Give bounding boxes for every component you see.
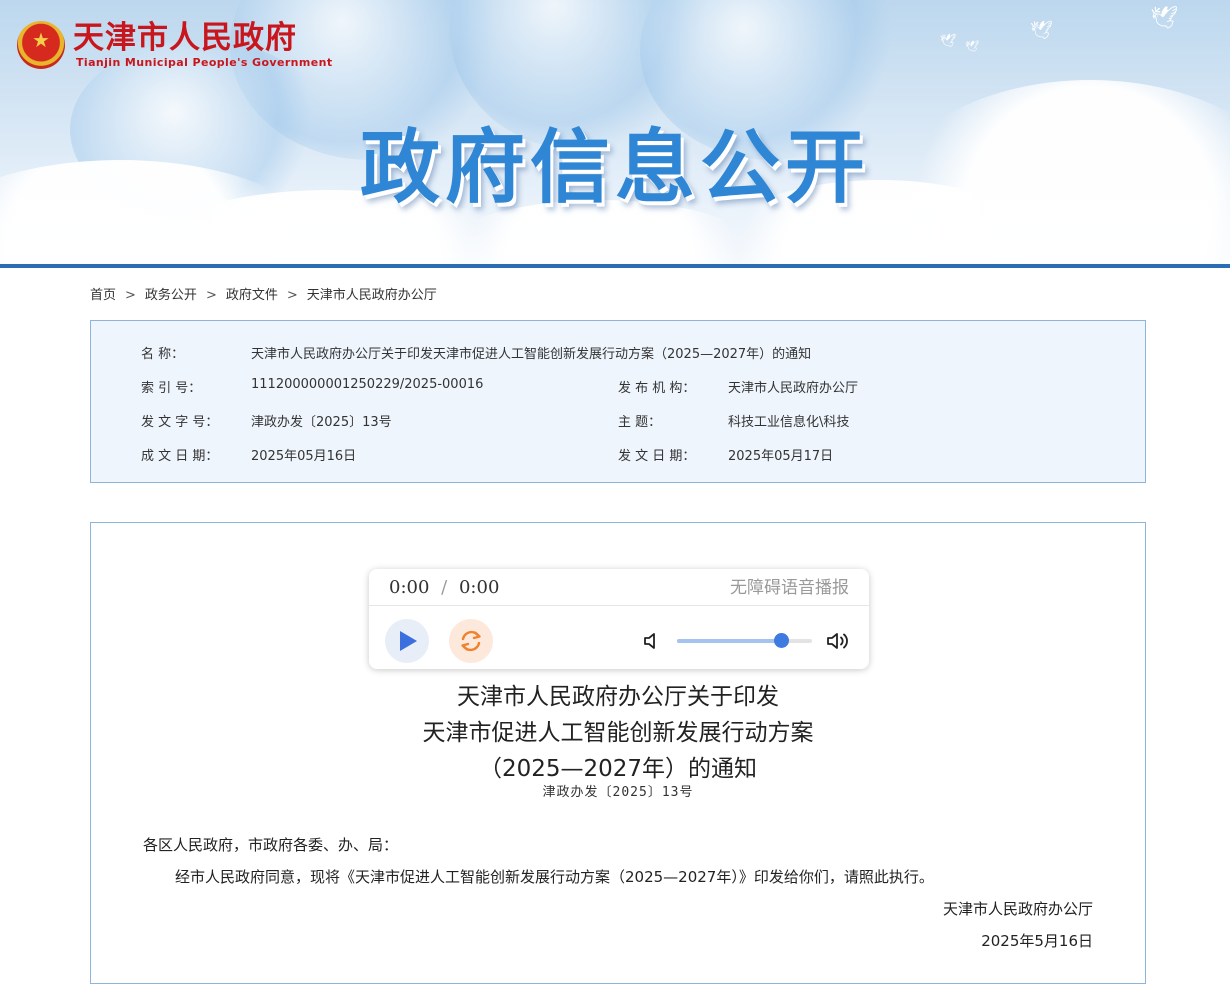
site-name-cn: 天津市人民政府: [73, 20, 297, 56]
volume-high-icon[interactable]: [825, 629, 851, 653]
created-date-value: 2025年05月16日: [251, 449, 357, 464]
signature: 天津市人民政府办公厅: [942, 900, 1093, 918]
bird-icon: 🕊: [965, 40, 979, 53]
site-name-en: Tianjin Municipal People's Government: [76, 56, 333, 69]
topic-label: 主 题：: [618, 415, 662, 430]
published-date-label: 发 文 日 期：: [618, 449, 696, 464]
bird-icon: 🕊: [1030, 20, 1053, 41]
publisher-value: 天津市人民政府办公厅: [728, 381, 859, 396]
barrier-free-broadcast-label[interactable]: 无障碍语音播报: [730, 575, 849, 601]
loop-icon: [461, 630, 481, 652]
audio-player: 0:00 / 0:00 无障碍语音播报: [369, 569, 869, 669]
signature-date: 2025年5月16日: [981, 932, 1093, 950]
doc-number-label: 发 文 字 号：: [141, 415, 219, 430]
published-date-value: 2025年05月17日: [728, 449, 834, 464]
bird-icon: 🕊: [1150, 6, 1178, 31]
document-title-line: 天津市促进人工智能创新发展行动方案: [422, 720, 814, 746]
player-divider: [369, 605, 869, 606]
header-banner: 🕊 🕊 🕊 🕊 ★ 天津市人民政府 Tianjin Municipal Peop…: [0, 0, 1230, 265]
bird-icon: 🕊: [940, 34, 957, 49]
play-button[interactable]: [385, 619, 429, 663]
loop-button[interactable]: [449, 619, 493, 663]
breadcrumb-separator: >: [205, 288, 217, 303]
created-date-label: 成 文 日 期：: [141, 449, 219, 464]
topic-value: 科技工业信息化\科技: [728, 415, 850, 430]
time-display: 0:00 / 0:00: [389, 575, 499, 601]
national-emblem-icon: ★: [17, 21, 65, 69]
banner-title: 政府信息公开: [360, 121, 870, 214]
duration: 0:00: [458, 577, 500, 598]
doc-number-value: 津政办发〔2025〕13号: [251, 415, 392, 430]
name-label: 名 称：: [141, 347, 185, 362]
name-value: 天津市人民政府办公厅关于印发天津市促进人工智能创新发展行动方案（2025—202…: [251, 347, 812, 362]
document-number: 津政办发〔2025〕13号: [542, 785, 694, 800]
breadcrumb-office[interactable]: 天津市人民政府办公厅: [307, 288, 437, 303]
breadcrumb: 首页 > 政务公开 > 政府文件 > 天津市人民政府办公厅: [90, 284, 437, 303]
document-title: 天津市人民政府办公厅关于印发 天津市促进人工智能创新发展行动方案 （2025—2…: [91, 679, 1145, 787]
breadcrumb-separator: >: [125, 288, 136, 303]
breadcrumb-home[interactable]: 首页: [90, 288, 116, 303]
publisher-label: 发 布 机 构：: [618, 381, 696, 396]
play-icon: [400, 631, 417, 651]
index-value: 111200000001250229/2025-00016: [251, 377, 484, 392]
banner-divider: [0, 264, 1230, 268]
salutation: 各区人民政府，市政府各委、办、局：: [143, 836, 399, 854]
document-info-table: 名 称： 天津市人民政府办公厅关于印发天津市促进人工智能创新发展行动方案（202…: [90, 320, 1146, 483]
body-paragraph: 经市人民政府同意，现将《天津市促进人工智能创新发展行动方案（2025—2027年…: [175, 868, 934, 886]
document-content: 0:00 / 0:00 无障碍语音播报 天津市人民政府办公厅关于印发 天津市促进…: [90, 522, 1146, 984]
breadcrumb-gov-affairs[interactable]: 政务公开: [145, 288, 197, 303]
volume-slider[interactable]: [677, 633, 812, 648]
volume-low-icon[interactable]: [641, 631, 661, 651]
volume-slider-fill: [677, 639, 781, 643]
current-time: 0:00: [389, 577, 430, 598]
index-label: 索 引 号：: [141, 381, 202, 396]
document-title-line: 天津市人民政府办公厅关于印发: [457, 684, 779, 710]
site-logo[interactable]: ★ 天津市人民政府 Tianjin Municipal People's Gov…: [17, 19, 332, 73]
breadcrumb-gov-documents[interactable]: 政府文件: [226, 288, 278, 303]
time-separator: /: [441, 577, 448, 598]
volume-slider-handle[interactable]: [773, 633, 789, 648]
breadcrumb-separator: >: [286, 288, 298, 303]
